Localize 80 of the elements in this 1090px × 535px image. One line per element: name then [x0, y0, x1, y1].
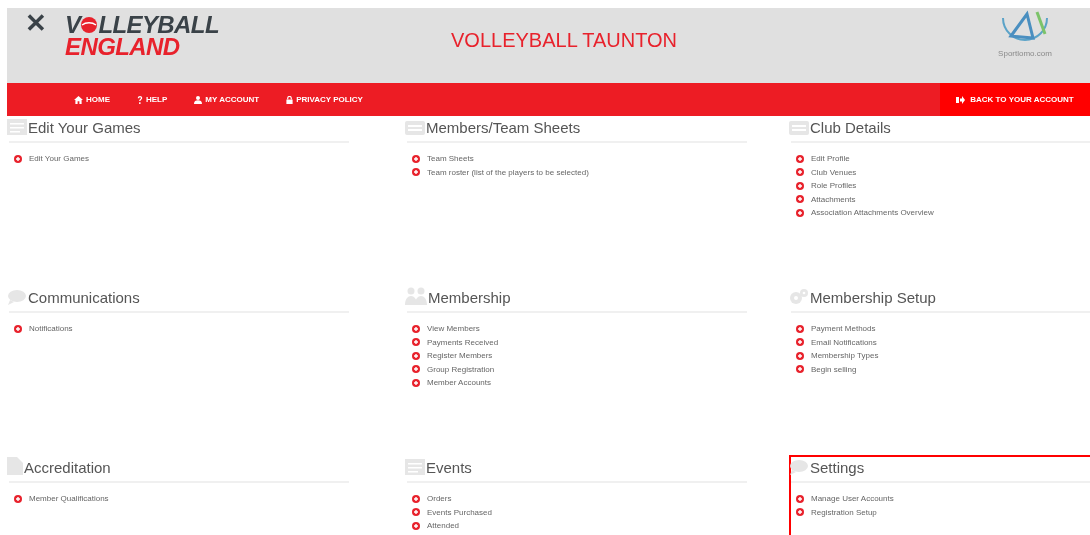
section-link[interactable]: Club Venues: [811, 166, 857, 178]
chat-icon: [789, 459, 809, 475]
section-link[interactable]: Orders: [427, 493, 452, 505]
section-title: Membership Setup: [810, 290, 936, 305]
plus-circle-icon: [796, 208, 804, 217]
list-icon: [7, 119, 27, 135]
section-link[interactable]: View Members: [427, 323, 480, 335]
plus-circle-icon: [796, 338, 804, 347]
plus-circle-icon: [796, 365, 804, 374]
plus-circle-icon: [14, 154, 22, 163]
section-link[interactable]: Role Profiles: [811, 180, 857, 192]
nav-link[interactable]: HOME: [74, 93, 110, 106]
section-link[interactable]: Association Attachments Overview: [811, 207, 934, 219]
lock-icon: [286, 95, 294, 104]
section-link[interactable]: Attachments: [811, 193, 856, 205]
plus-circle-icon: [412, 365, 420, 374]
chat-icon: [7, 289, 27, 305]
plus-circle-icon: [412, 378, 420, 387]
section-title: Edit Your Games: [28, 120, 141, 135]
page-title: VOLLEYBALL TAUNTON: [451, 28, 677, 53]
list-icon: [405, 459, 425, 475]
nav-link[interactable]: HELP: [137, 93, 168, 106]
keyboard-icon: [789, 121, 809, 135]
section-title: Membership: [428, 290, 511, 305]
section-link[interactable]: Email Notifications: [811, 336, 877, 348]
document-icon: [7, 457, 23, 475]
partner-text: Sportlomo.com: [998, 48, 1052, 60]
plus-circle-icon: [14, 324, 22, 333]
plus-circle-icon: [796, 351, 804, 360]
plus-circle-icon: [412, 521, 420, 530]
plus-circle-icon: [412, 351, 420, 360]
section-link[interactable]: Attended: [427, 520, 460, 532]
sign-out-icon: [956, 95, 966, 104]
keyboard-icon: [405, 121, 425, 135]
home-icon: [74, 95, 83, 104]
user-icon: [194, 95, 203, 104]
section-link[interactable]: Membership Types: [811, 350, 879, 362]
plus-circle-icon: [796, 168, 804, 177]
plus-circle-icon: [796, 195, 804, 204]
section-link[interactable]: Notifications: [29, 323, 73, 335]
section-link[interactable]: Member Qualifications: [29, 493, 109, 505]
section-title: Communications: [28, 290, 140, 305]
back-to-account-button[interactable]: BACK TO YOUR ACCOUNT: [940, 83, 1090, 116]
section-link[interactable]: Edit Profile: [811, 153, 850, 165]
section-link[interactable]: Payments Received: [427, 336, 499, 348]
section-link[interactable]: Registration Setup: [811, 506, 877, 518]
close-button[interactable]: ✕: [25, 10, 47, 36]
plus-circle-icon: [796, 154, 804, 163]
section-link[interactable]: Payment Methods: [811, 323, 876, 335]
volleyball-england-logo: V LLEYBALL ENGLAND: [65, 14, 219, 58]
plus-circle-icon: [412, 168, 420, 177]
plus-circle-icon: [412, 494, 420, 503]
plus-circle-icon: [412, 154, 420, 163]
plus-circle-icon: [796, 494, 804, 503]
section-title: Accreditation: [24, 460, 111, 475]
plus-circle-icon: [412, 338, 420, 347]
plus-circle-icon: [412, 508, 420, 517]
nav-link[interactable]: PRIVACY POLICY: [286, 93, 363, 106]
question-icon: [137, 95, 143, 104]
plus-circle-icon: [14, 494, 22, 503]
section-link[interactable]: Group Registration: [427, 363, 495, 375]
section-link[interactable]: Edit Your Games: [29, 153, 90, 165]
people-icon: [405, 287, 427, 305]
nav-link[interactable]: MY ACCOUNT: [194, 93, 260, 106]
section-link[interactable]: Team Sheets: [427, 153, 474, 165]
section-link[interactable]: Member Accounts: [427, 377, 492, 389]
gears-icon: [789, 289, 809, 305]
plus-circle-icon: [796, 324, 804, 333]
section-title: Members/Team Sheets: [426, 120, 581, 135]
plus-circle-icon: [412, 324, 420, 333]
section-link[interactable]: Team roster (list of the players to be selected): [427, 166, 589, 178]
section-link[interactable]: Manage User Accounts: [811, 493, 894, 505]
plus-circle-icon: [796, 181, 804, 190]
section-link[interactable]: Register Members: [427, 350, 493, 362]
section-link[interactable]: Begin selling: [811, 363, 857, 375]
section-title: Settings: [810, 460, 865, 475]
plus-circle-icon: [796, 508, 804, 517]
section-link[interactable]: Events Purchased: [427, 506, 492, 518]
section-title: Club Details: [810, 120, 891, 135]
section-title: Events: [426, 460, 472, 475]
